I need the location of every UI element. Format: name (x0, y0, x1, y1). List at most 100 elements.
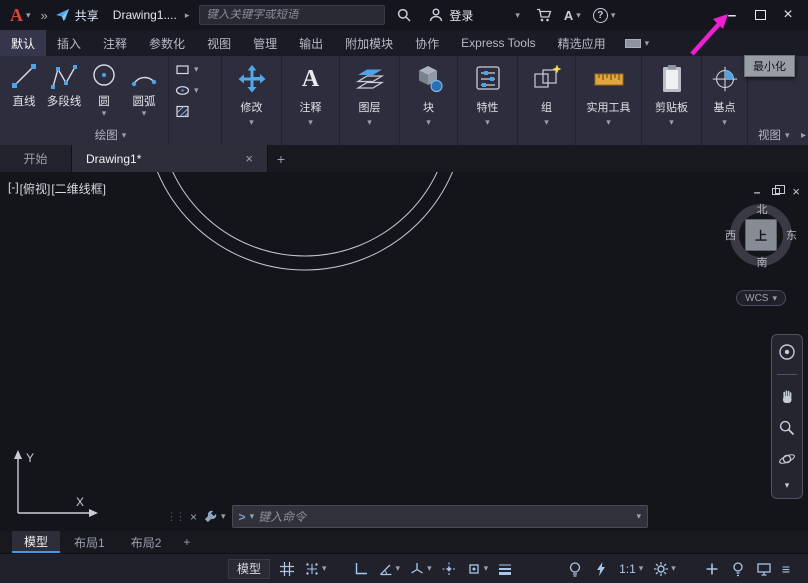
view-control[interactable]: [俯视] (20, 180, 51, 197)
wcs-dropdown[interactable]: WCS ▾ (736, 290, 786, 306)
command-customize-button[interactable]: ▾ (203, 509, 226, 524)
ribbon-tab-collaborate[interactable]: 协作 (404, 30, 450, 56)
panel-annotate[interactable]: A 注释 ▾ (282, 56, 340, 145)
visual-style-control[interactable]: [二维线框] (51, 180, 106, 197)
block-icon (413, 61, 445, 97)
customize-menu[interactable]: ≡ (782, 561, 790, 577)
ribbon-tab-annotate[interactable]: 注释 (92, 30, 138, 56)
panel-block[interactable]: 块 ▾ (400, 56, 458, 145)
ribbon-display-toggle[interactable]: ▾ (617, 30, 658, 56)
panel-group[interactable]: 组 ▾ (518, 56, 576, 145)
ribbon-tab-addins[interactable]: 附加模块 (334, 30, 404, 56)
new-drawing-button[interactable]: + (268, 145, 294, 172)
quick-properties-toggle[interactable] (704, 561, 720, 577)
store-button[interactable] (530, 8, 558, 22)
graphics-performance-toggle[interactable] (756, 561, 772, 577)
viewcube-south[interactable]: 南 (757, 254, 768, 270)
annotation-autoscale-toggle[interactable] (593, 561, 609, 577)
minimize-button[interactable]: – (718, 4, 746, 26)
isometric-draft-toggle[interactable]: ▾ (409, 561, 432, 577)
zoom-icon[interactable] (778, 419, 796, 437)
ribbon-scroll-right-icon[interactable]: ▸ (801, 130, 806, 141)
close-tab-icon[interactable]: × (245, 151, 253, 166)
new-layout-button[interactable]: + (175, 531, 198, 553)
quick-access-overflow[interactable]: » (41, 8, 47, 23)
panel-utilities[interactable]: 实用工具 ▾ (576, 56, 642, 145)
search-input[interactable] (200, 9, 384, 21)
grid-toggle[interactable] (279, 561, 295, 577)
lineweight-toggle[interactable] (497, 561, 513, 577)
help-button[interactable]: ? ▾ (587, 8, 622, 23)
viewcube[interactable]: 北 南 西 东 上 (724, 198, 800, 284)
ribbon-tab-manage[interactable]: 管理 (242, 30, 288, 56)
chevron-down-icon[interactable]: ▾ (102, 109, 107, 118)
workspace-switcher[interactable]: ▾ (653, 561, 676, 577)
ribbon-tab-home[interactable]: 默认 (0, 30, 46, 56)
panel-modify[interactable]: 修改 ▾ (222, 56, 282, 145)
search-button[interactable] (391, 8, 417, 22)
panel-properties[interactable]: 特性 ▾ (458, 56, 518, 145)
ortho-toggle[interactable] (353, 561, 369, 577)
pan-hand-icon[interactable] (778, 388, 796, 406)
qat-caret-icon[interactable]: ▸ (185, 11, 190, 20)
osnap-tracking-toggle[interactable] (441, 561, 457, 577)
panel-layers[interactable]: 图层 ▾ (340, 56, 400, 145)
viewcube-west[interactable]: 西 (725, 227, 736, 243)
annotation-scale-button[interactable]: 1:1 ▾ (619, 562, 643, 576)
annotation-visibility-toggle[interactable] (567, 561, 583, 577)
chevron-down-icon[interactable]: ▾ (250, 512, 255, 521)
command-input[interactable] (258, 510, 632, 524)
ribbon-tab-featured-apps[interactable]: 精选应用 (547, 30, 617, 56)
ribbon-tab-express-tools[interactable]: Express Tools (450, 30, 546, 56)
snap-toggle[interactable]: ▾ (304, 561, 327, 577)
isolate-objects-toggle[interactable] (730, 561, 746, 577)
app-menu-button[interactable]: A ▾ (6, 5, 35, 26)
doc-restore-icon[interactable] (772, 188, 780, 195)
tool-hatch[interactable] (175, 102, 220, 120)
ribbon-tab-view[interactable]: 视图 (196, 30, 242, 56)
maximize-button[interactable] (746, 4, 774, 26)
layout-tab-label: 布局2 (131, 534, 162, 551)
panel-title-draw[interactable]: 绘图 ▾ (0, 127, 221, 143)
share-button[interactable]: 共享 (55, 7, 99, 24)
command-close-icon[interactable]: × (190, 510, 197, 524)
viewcube-north[interactable]: 北 (757, 201, 768, 217)
polar-tracking-toggle[interactable]: ▾ (378, 561, 401, 577)
osnap-toggle[interactable]: ▾ (466, 561, 489, 577)
layout-tab-model[interactable]: 模型 (12, 531, 60, 553)
layout-tab-layout2[interactable]: 布局2 (119, 531, 174, 553)
panel-clipboard[interactable]: 剪贴板 ▾ (642, 56, 702, 145)
file-tab-drawing1[interactable]: Drawing1* × (72, 145, 268, 172)
command-history-icon[interactable]: ▾ (636, 512, 641, 521)
layout-tab-layout1[interactable]: 布局1 (62, 531, 117, 553)
viewcube-east[interactable]: 东 (786, 227, 797, 243)
maximize-icon (755, 10, 766, 20)
tool-ellipse[interactable]: ▾ (175, 81, 220, 99)
orbit-icon[interactable] (778, 450, 796, 468)
signin-caret-icon[interactable]: ▾ (515, 11, 520, 20)
apps-button[interactable]: A ▾ (558, 8, 587, 23)
arc-icon (129, 60, 159, 92)
signin-button[interactable]: 登录 (429, 7, 473, 24)
file-tab-start[interactable]: 开始 (0, 145, 72, 172)
navbar-more-icon[interactable]: ▾ (785, 481, 790, 490)
chevron-down-icon: ▾ (396, 564, 401, 573)
model-space-button[interactable]: 模型 (228, 559, 270, 579)
tool-rectangle[interactable]: ▾ (175, 60, 220, 78)
command-grip-handle[interactable]: ⋮⋮ (166, 510, 184, 523)
viewcube-top-face[interactable]: 上 (745, 219, 777, 251)
doc-minimize-icon[interactable]: – (754, 185, 761, 199)
close-button[interactable]: × (774, 4, 802, 26)
chevron-down-icon[interactable]: ▾ (142, 109, 147, 118)
navigation-wheel-icon[interactable] (778, 343, 796, 361)
ucs-icon[interactable]: Y X (4, 446, 104, 524)
ribbon-tab-output[interactable]: 输出 (288, 30, 334, 56)
doc-close-icon[interactable]: × (792, 184, 800, 199)
viewport-menu[interactable]: [-] (8, 180, 19, 197)
panel-basepoint[interactable]: 基点 ▾ (702, 56, 748, 145)
ribbon-tab-parametric[interactable]: 参数化 (138, 30, 196, 56)
drawing-canvas[interactable]: [-] [俯视] [二维线框] – × 北 南 西 东 上 WCS ▾ (0, 172, 808, 531)
ribbon-tab-insert[interactable]: 插入 (46, 30, 92, 56)
panel-title-view[interactable]: 视图 ▾ (748, 127, 808, 143)
file-tab-bar: 开始 Drawing1* × + (0, 145, 808, 172)
